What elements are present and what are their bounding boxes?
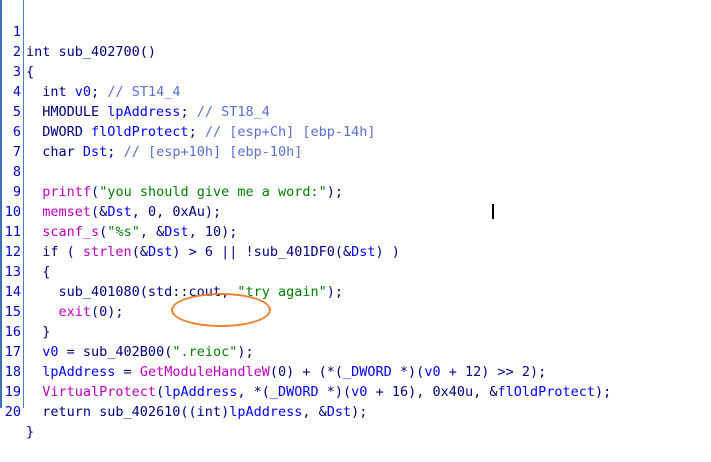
code-line[interactable]: 15 } [2, 282, 711, 340]
pseudocode-viewer[interactable]: 1 int sub_402700() 2 { 3 int v0; // ST14… [0, 0, 711, 440]
code-line[interactable]: 14 exit(0); [2, 262, 711, 320]
code-line[interactable]: 17 lpAddress = GetModuleHandleW(0) + (*(… [2, 322, 711, 380]
line-number: 20 [4, 404, 21, 420]
code-line[interactable]: 20 } [2, 382, 711, 440]
code-line[interactable]: 6 char Dst; // [esp+10h] [ebp-10h] [2, 102, 711, 160]
code-text[interactable]: } [26, 422, 34, 442]
code-line[interactable]: 7 [2, 122, 711, 160]
code-line[interactable]: 19 return sub_402610((int)lpAddress, &Ds… [2, 362, 711, 420]
highlight-ellipse-annotation [171, 293, 271, 327]
code-line[interactable]: 8 printf("you should give me a word:"); [2, 142, 711, 200]
code-line[interactable]: 11 if ( strlen(&Dst) > 6 || !sub_401DF0(… [2, 202, 711, 260]
code-line[interactable]: 18 VirtualProtect(lpAddress, *(_DWORD *)… [2, 342, 711, 400]
code-line[interactable]: 16 v0 = sub_402B00(".reioc"); [2, 302, 711, 360]
code-line[interactable]: 13 sub_401080(std::cout, "try again"); [2, 242, 711, 300]
code-line[interactable]: 4 HMODULE lpAddress; // ST18_4 [2, 62, 711, 120]
code-line[interactable]: 5 DWORD flOldProtect; // [esp+Ch] [ebp-1… [2, 82, 711, 140]
text-cursor [492, 204, 494, 219]
code-line[interactable]: 3 int v0; // ST14_4 [2, 42, 711, 100]
code-line[interactable]: 2 { [2, 22, 711, 80]
code-line[interactable]: 10 scanf_s("%s", &Dst, 10); [2, 182, 711, 240]
code-line[interactable]: 9 memset(&Dst, 0, 0xAu); [2, 162, 711, 220]
code-text[interactable]: return sub_402610((int)lpAddress, &Dst); [26, 402, 367, 422]
code-line[interactable]: 12 { [2, 222, 711, 280]
code-line[interactable]: 1 int sub_402700() [2, 2, 711, 60]
